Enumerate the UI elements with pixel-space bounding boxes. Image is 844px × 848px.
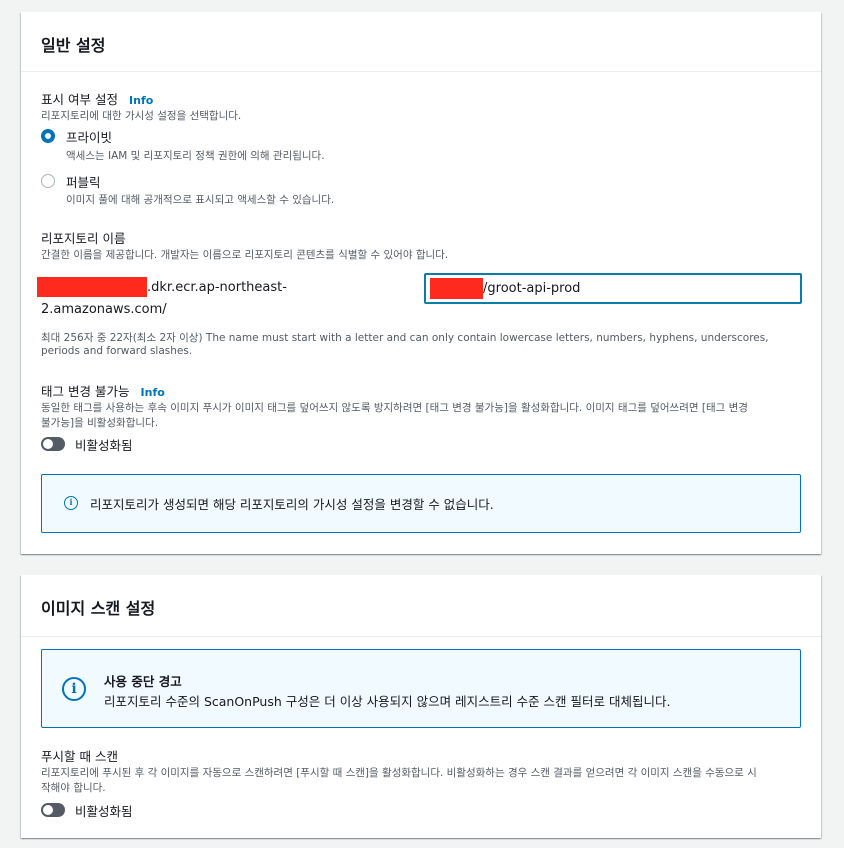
public-radio[interactable] bbox=[41, 174, 55, 188]
visibility-alert-text: 리포지토리가 생성되면 해당 리포지토리의 가시성 설정을 변경할 수 없습니다… bbox=[90, 497, 494, 512]
visibility-alert: i 리포지토리가 생성되면 해당 리포지토리의 가시성 설정을 변경할 수 없습… bbox=[41, 474, 801, 533]
redacted-account-id bbox=[37, 277, 147, 297]
scan-on-push-desc-line2: 작해야 합니다. bbox=[41, 782, 106, 794]
scan-on-push-label: 푸시할 때 스캔 bbox=[41, 749, 118, 764]
visibility-info-link[interactable]: Info bbox=[129, 94, 153, 107]
tag-immutability-toggle-label: 비활성화됨 bbox=[75, 438, 133, 453]
redacted-namespace bbox=[430, 278, 483, 299]
repo-uri-prefix-line2: 2.amazonaws.com/ bbox=[41, 302, 167, 317]
info-circle-icon: i bbox=[64, 496, 78, 510]
visibility-label: 표시 여부 설정 bbox=[41, 92, 118, 107]
scan-on-push-desc-line1: 리포지토리에 푸시된 후 각 이미지를 자동으로 스캔하려면 [푸시할 때 스캔… bbox=[41, 767, 757, 779]
tag-immutability-toggle[interactable] bbox=[41, 437, 65, 451]
deprecation-warning-text: 리포지토리 수준의 ScanOnPush 구성은 더 이상 사용되지 않으며 레… bbox=[104, 694, 671, 709]
scan-on-push-toggle-label: 비활성화됨 bbox=[75, 804, 133, 819]
tag-immutability-info-link[interactable]: Info bbox=[141, 386, 165, 399]
public-radio-label[interactable]: 퍼블릭 bbox=[66, 172, 101, 191]
general-settings-panel: 일반 설정 표시 여부 설정 Info 리포지토리에 대한 가시성 설정을 선택… bbox=[21, 12, 821, 554]
repo-name-label: 리포지토리 이름 bbox=[41, 231, 126, 246]
repo-name-input[interactable]: /groot-api-prod bbox=[424, 273, 802, 304]
deprecation-warning-alert: i 사용 중단 경고 리포지토리 수준의 ScanOnPush 구성은 더 이상… bbox=[41, 649, 801, 728]
tag-immutability-desc-line1: 동일한 태그를 사용하는 후속 이미지 푸시가 이미지 태그를 덮어쓰지 않도록… bbox=[41, 402, 748, 414]
scan-on-push-toggle[interactable] bbox=[41, 803, 65, 817]
repo-uri-prefix-line1: .dkr.ecr.ap-northeast- bbox=[147, 280, 287, 295]
private-radio[interactable] bbox=[41, 129, 55, 143]
tag-immutability-desc-line2: 불가능]을 비활성화합니다. bbox=[41, 417, 159, 429]
repo-name-constraint-line2: periods and forward slashes. bbox=[41, 345, 193, 357]
deprecation-warning-title: 사용 중단 경고 bbox=[104, 674, 182, 689]
general-settings-title: 일반 설정 bbox=[21, 12, 821, 72]
image-scan-title: 이미지 스캔 설정 bbox=[21, 575, 821, 637]
repo-name-constraint-line1: 최대 256자 중 22자(최소 2자 이상) The name must st… bbox=[41, 332, 769, 344]
repo-name-input-value: /groot-api-prod bbox=[483, 281, 581, 296]
visibility-desc: 리포지토리에 대한 가시성 설정을 선택합니다. bbox=[41, 110, 242, 122]
image-scan-panel: 이미지 스캔 설정 i 사용 중단 경고 리포지토리 수준의 ScanOnPus… bbox=[21, 575, 821, 838]
private-radio-label[interactable]: 프라이빗 bbox=[66, 127, 112, 146]
repo-name-desc: 간결한 이름을 제공합니다. 개발자는 이름으로 리포지토리 콘텐츠를 식별할 … bbox=[41, 249, 449, 261]
public-radio-desc: 이미지 풀에 대해 공개적으로 표시되고 액세스할 수 있습니다. bbox=[66, 194, 335, 206]
info-circle-icon: i bbox=[62, 677, 86, 701]
private-radio-desc: 액세스는 IAM 및 리포지토리 정책 권한에 의해 관리됩니다. bbox=[66, 150, 325, 162]
tag-immutability-label: 태그 변경 불가능 bbox=[41, 384, 130, 399]
visibility-label-row: 표시 여부 설정 Info bbox=[41, 89, 153, 108]
tag-immutability-label-row: 태그 변경 불가능 Info bbox=[41, 381, 165, 400]
